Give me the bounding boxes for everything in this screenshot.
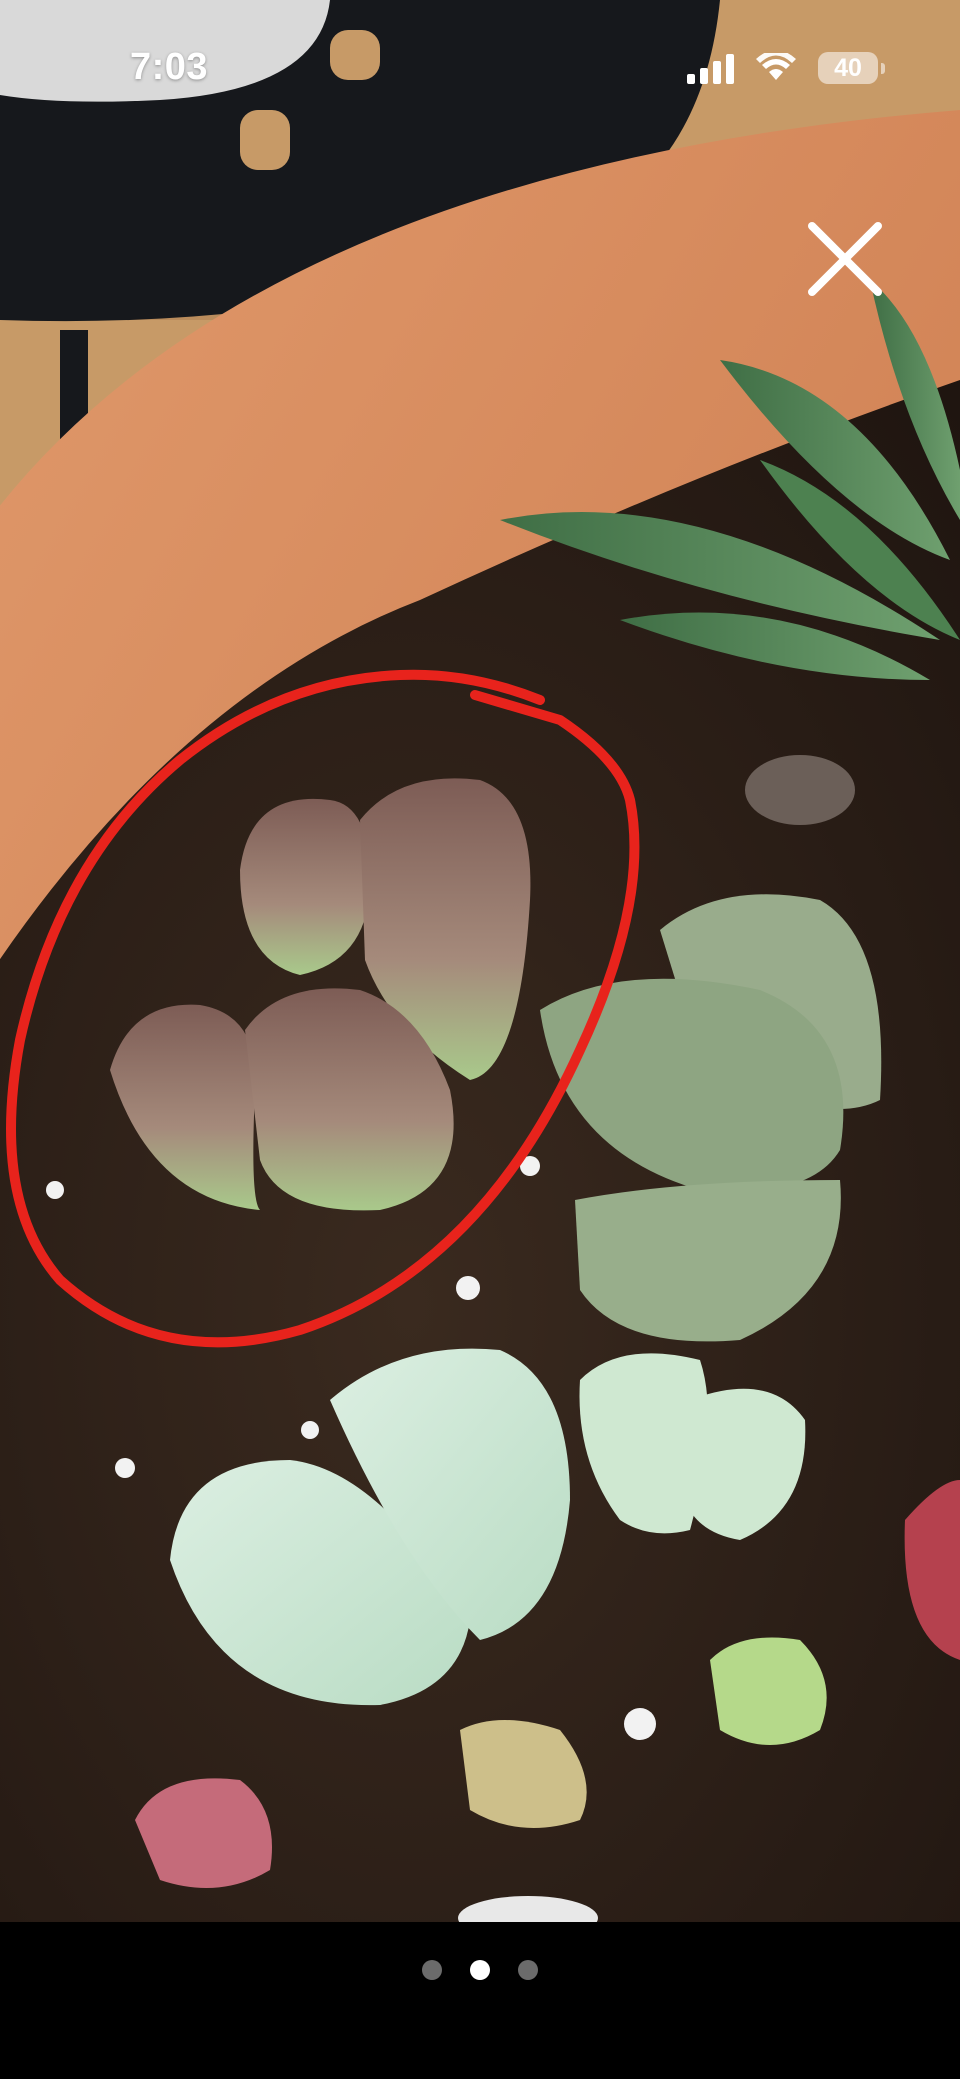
page-dot-3[interactable] (518, 1960, 538, 1980)
wifi-icon (756, 53, 796, 80)
image-viewer-screen: 7:03 40 (0, 0, 960, 2079)
page-dot-1[interactable] (422, 1960, 442, 1980)
status-icons: 40 (687, 52, 885, 84)
battery-icon: 40 (818, 52, 885, 84)
status-bar: 7:03 40 (0, 0, 960, 140)
status-time: 7:03 (130, 46, 209, 88)
battery-level: 40 (834, 53, 862, 82)
signal-icon (687, 52, 734, 84)
page-indicator (0, 1960, 960, 1980)
bottom-bar (0, 1922, 960, 2079)
close-button[interactable] (802, 216, 888, 302)
close-icon (808, 222, 882, 296)
page-dot-2[interactable] (470, 1960, 490, 1980)
